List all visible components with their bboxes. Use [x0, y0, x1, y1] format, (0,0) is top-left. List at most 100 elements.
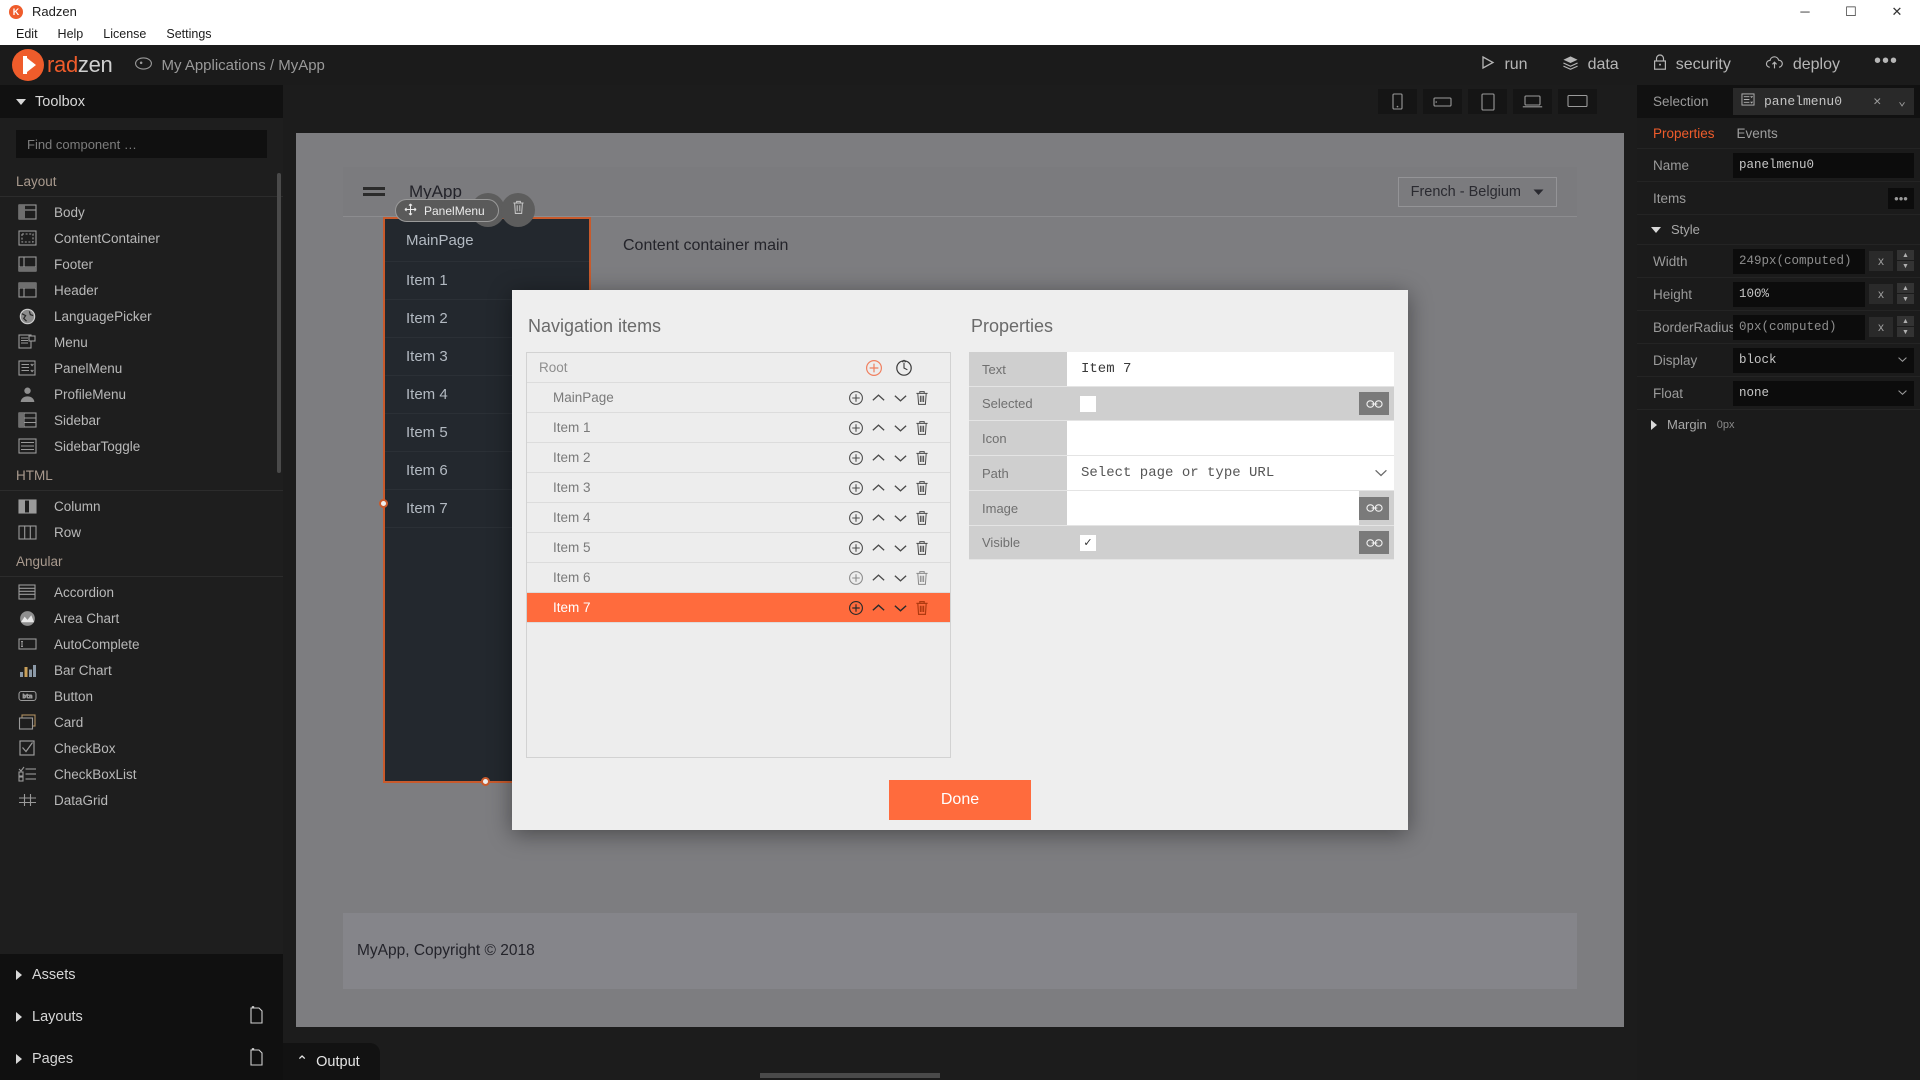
width-stepper[interactable]: ▲ ▼ — [1897, 250, 1914, 272]
trash-icon[interactable] — [915, 420, 929, 436]
section-assets[interactable]: Assets — [0, 954, 283, 996]
run-button[interactable]: run — [1481, 55, 1528, 75]
table-row[interactable]: Item 5 — [527, 533, 950, 563]
table-row[interactable]: Item 4 — [527, 503, 950, 533]
clear-selection-icon[interactable]: ✕ — [1873, 94, 1881, 109]
height-stepper[interactable]: ▲ ▼ — [1897, 283, 1914, 305]
security-button[interactable]: security — [1653, 54, 1731, 76]
stepper-up-icon[interactable]: ▲ — [1897, 250, 1914, 260]
resize-handle-bottom[interactable] — [481, 777, 490, 786]
move-icon[interactable] — [404, 203, 417, 219]
chevron-up-icon[interactable] — [871, 453, 886, 463]
plus-circle-icon[interactable] — [848, 420, 864, 436]
component-checkbox[interactable]: CheckBox — [0, 735, 283, 761]
component-bar-chart[interactable]: Bar Chart — [0, 657, 283, 683]
stepper-up-icon[interactable]: ▲ — [1897, 283, 1914, 293]
plus-circle-icon[interactable] — [848, 480, 864, 496]
link-icon[interactable] — [1359, 496, 1389, 520]
component-checkboxlist[interactable]: CheckBoxList — [0, 761, 283, 787]
component-card[interactable]: Card — [0, 709, 283, 735]
toolbox-scrollbar[interactable] — [277, 173, 281, 473]
add-layout-icon[interactable] — [248, 1005, 265, 1029]
chevron-up-icon[interactable] — [871, 513, 886, 523]
plus-circle-icon[interactable] — [848, 390, 864, 406]
desktop-icon[interactable] — [1558, 89, 1597, 114]
component-contentcontainer[interactable]: ContentContainer — [0, 225, 283, 251]
component-languagepicker[interactable]: LanguagePicker — [0, 303, 283, 329]
plus-circle-icon[interactable] — [848, 570, 864, 586]
phone-portrait-icon[interactable] — [1378, 89, 1417, 114]
data-button[interactable]: data — [1562, 55, 1619, 76]
plus-circle-icon[interactable] — [865, 359, 883, 377]
menu-item-help[interactable]: Help — [48, 25, 94, 43]
component-datagrid[interactable]: DataGrid — [0, 787, 283, 813]
visible-checkbox[interactable]: ✓ — [1080, 534, 1096, 551]
icon-input[interactable] — [1067, 421, 1394, 455]
component-area-chart[interactable]: Area Chart — [0, 605, 283, 631]
height-input[interactable]: 100% — [1733, 281, 1865, 307]
hamburger-icon[interactable] — [363, 184, 385, 200]
toolbox-list[interactable]: Layout Body ContentContainer Footer Head… — [0, 165, 283, 958]
component-accordion[interactable]: Accordion — [0, 579, 283, 605]
display-select[interactable]: block — [1733, 347, 1914, 373]
borderradius-stepper[interactable]: ▲ ▼ — [1897, 316, 1914, 338]
stepper-down-icon[interactable]: ▼ — [1897, 327, 1914, 337]
chevron-up-icon[interactable] — [871, 603, 886, 613]
tablet-icon[interactable] — [1468, 89, 1507, 114]
items-editor-button[interactable]: ••• — [1888, 187, 1914, 209]
borderradius-input[interactable]: 0px(computed) — [1733, 314, 1865, 340]
trash-icon[interactable] — [915, 510, 929, 526]
minimize-button[interactable]: ─ — [1782, 0, 1828, 23]
menu-item-settings[interactable]: Settings — [156, 25, 221, 43]
search-input[interactable] — [16, 130, 267, 158]
section-pages[interactable]: Pages — [0, 1038, 283, 1080]
table-row[interactable]: Item 1 — [527, 413, 950, 443]
toolbox-header[interactable]: Toolbox — [0, 85, 283, 118]
chevron-down-icon[interactable] — [893, 483, 908, 493]
component-profilemenu[interactable]: ProfileMenu — [0, 381, 283, 407]
component-header[interactable]: Header — [0, 277, 283, 303]
component-panelmenu[interactable]: PanelMenu — [0, 355, 283, 381]
add-page-icon[interactable] — [248, 1047, 265, 1071]
tab-properties[interactable]: Properties — [1653, 126, 1715, 141]
table-row[interactable]: Item 2 — [527, 443, 950, 473]
component-sidebar[interactable]: Sidebar — [0, 407, 283, 433]
resize-handle-left[interactable] — [379, 499, 388, 508]
deploy-button[interactable]: deploy — [1765, 55, 1840, 76]
plus-circle-icon[interactable] — [848, 540, 864, 556]
stepper-up-icon[interactable]: ▲ — [1897, 316, 1914, 326]
chevron-up-icon[interactable] — [871, 543, 886, 553]
trash-icon[interactable] — [915, 540, 929, 556]
width-input[interactable]: 249px(computed) — [1733, 248, 1865, 274]
trash-icon[interactable] — [915, 390, 929, 406]
trash-icon[interactable] — [915, 600, 929, 616]
chevron-down-icon[interactable] — [893, 453, 908, 463]
selection-value-box[interactable]: panelmenu0 ✕ ⌄ — [1733, 88, 1914, 115]
clear-width-button[interactable]: x — [1869, 251, 1893, 271]
chevron-up-icon[interactable] — [871, 393, 886, 403]
laptop-icon[interactable] — [1513, 89, 1552, 114]
language-picker[interactable]: French - Belgium — [1397, 176, 1557, 207]
text-input[interactable]: Item 7 — [1067, 352, 1394, 386]
plus-circle-icon[interactable] — [848, 600, 864, 616]
chevron-down-icon[interactable] — [893, 603, 908, 613]
plus-circle-icon[interactable] — [848, 450, 864, 466]
maximize-button[interactable]: ☐ — [1828, 0, 1874, 23]
table-row[interactable]: Item 6 — [527, 563, 950, 593]
menu-item-edit[interactable]: Edit — [6, 25, 48, 43]
chevron-down-icon[interactable] — [893, 543, 908, 553]
float-select[interactable]: none — [1733, 380, 1914, 406]
topbar-overflow-button[interactable]: ••• — [1874, 50, 1898, 81]
close-button[interactable]: ✕ — [1874, 0, 1920, 23]
trash-icon[interactable] — [915, 570, 929, 586]
section-layouts[interactable]: Layouts — [0, 996, 283, 1038]
output-toggle[interactable]: ⌃ Output — [283, 1043, 380, 1080]
stepper-down-icon[interactable]: ▼ — [1897, 294, 1914, 304]
clear-borderradius-button[interactable]: x — [1869, 317, 1893, 337]
clear-height-button[interactable]: x — [1869, 284, 1893, 304]
selected-component-badge[interactable]: PanelMenu — [395, 199, 499, 222]
component-sidebartoggle[interactable]: SidebarToggle — [0, 433, 283, 459]
path-select[interactable]: Select page or type URL — [1067, 456, 1394, 490]
menu-item-license[interactable]: License — [93, 25, 156, 43]
link-icon[interactable] — [1359, 392, 1389, 415]
